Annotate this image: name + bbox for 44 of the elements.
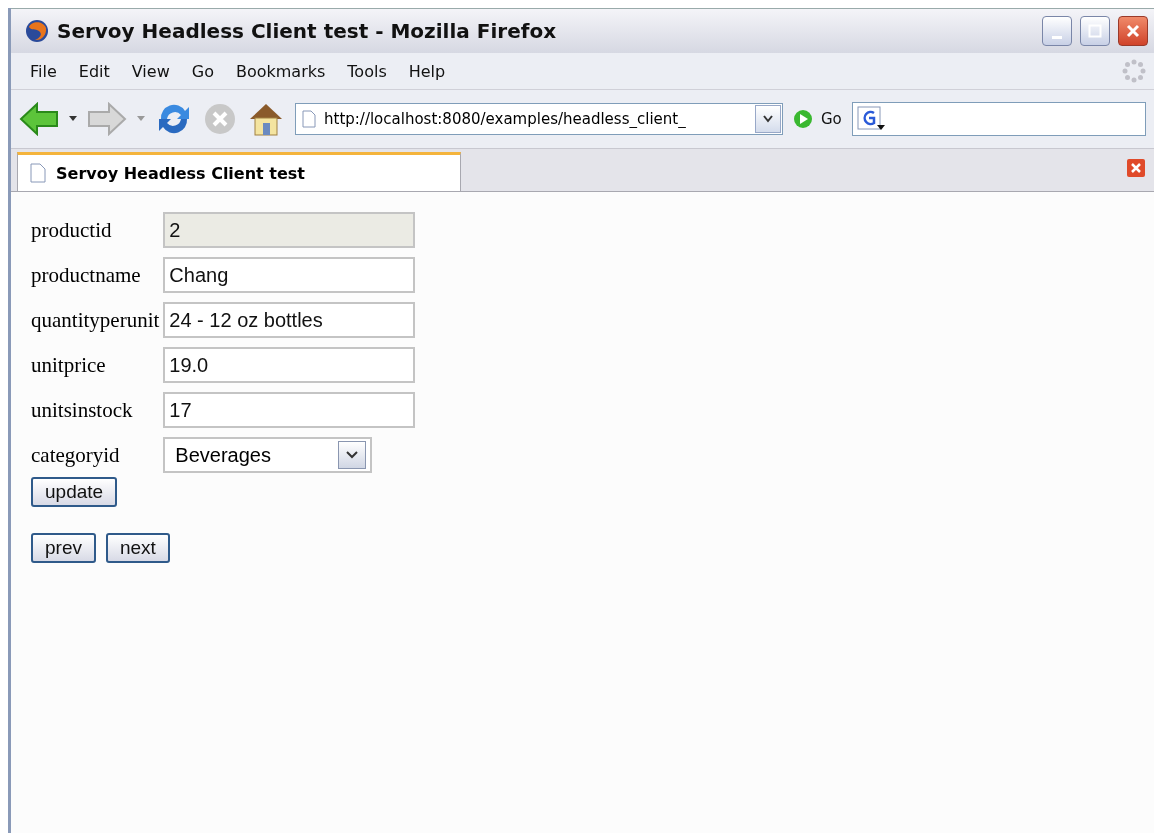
dropdown-button[interactable]	[755, 105, 781, 133]
url-text: http://localhost:8080/examples/headless_client_	[324, 110, 687, 128]
page-icon	[30, 163, 46, 183]
input-field[interactable]: 19.0	[163, 347, 416, 383]
window-title: Servoy Headless Client test - Mozilla Firefox	[57, 19, 558, 43]
dropdown-arrow-icon[interactable]	[69, 116, 77, 122]
menu-item[interactable]: File	[19, 57, 68, 85]
minimize-icon	[1052, 35, 1062, 39]
chevron-down-icon	[346, 451, 359, 459]
play-icon	[793, 109, 813, 129]
dropdown-field[interactable]: Beverages	[163, 437, 373, 473]
field-label: productname	[31, 262, 142, 288]
menu-item[interactable]: Edit	[67, 57, 121, 85]
browser-logo-icon	[25, 19, 49, 43]
field-label: quantityperunit	[31, 307, 160, 333]
go-button[interactable]: Go	[793, 109, 842, 129]
search-field[interactable]	[851, 102, 1146, 136]
update-button[interactable]: update	[31, 477, 118, 507]
maximize-icon	[1088, 24, 1102, 38]
field-label: unitprice	[31, 352, 107, 378]
throbber-icon	[1122, 59, 1146, 83]
field-label: categoryid	[31, 442, 121, 468]
menu-item[interactable]: Bookmarks	[224, 57, 337, 85]
menu-item[interactable]: Help	[397, 57, 457, 85]
menu-item[interactable]: Tools	[336, 57, 398, 85]
close-button[interactable]	[1118, 16, 1148, 46]
page-icon	[302, 110, 316, 128]
browser-tab[interactable]: Servoy Headless Client test	[17, 152, 461, 191]
input-field[interactable]: 24 - 12 oz bottles	[163, 302, 416, 338]
menu-item[interactable]: Go	[180, 57, 225, 85]
chevron-down-icon	[763, 115, 773, 123]
minimize-button[interactable]	[1042, 16, 1072, 46]
menu-item[interactable]: View	[120, 57, 181, 85]
nav-button[interactable]: prev	[31, 533, 96, 563]
maximize-button[interactable]	[1080, 16, 1110, 46]
back-arrow-icon[interactable]	[19, 102, 59, 136]
close-icon	[1126, 24, 1140, 38]
field-label: productid	[31, 217, 113, 243]
input-field[interactable]: 17	[163, 392, 416, 428]
input-field[interactable]: Chang	[163, 257, 416, 293]
nav-button[interactable]: next	[105, 533, 170, 563]
search-engine-icon[interactable]	[856, 106, 887, 132]
field-label: unitsinstock	[31, 397, 134, 423]
address-bar[interactable]: http://localhost:8080/examples/headless_client_	[295, 103, 783, 135]
